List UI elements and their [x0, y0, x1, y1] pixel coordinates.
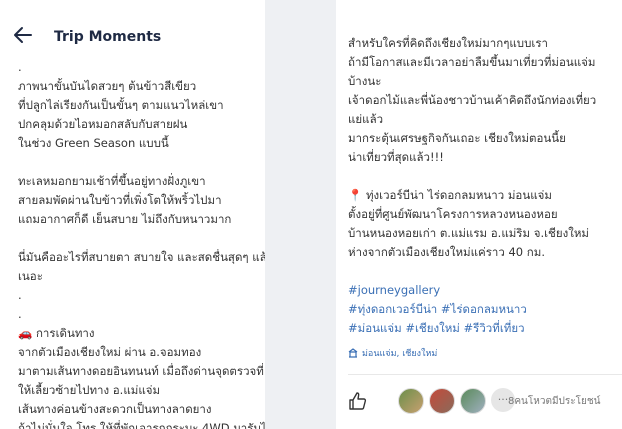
- text-line: เจ้าดอกไม้และพี่น้องชาวบ้านเค้าคิดถึงนัก…: [348, 93, 597, 107]
- text-line: [348, 167, 618, 186]
- avatar[interactable]: [460, 388, 486, 414]
- text-line: เส้นทางค่อนข้างสะดวกเป็นทางลาดยาง: [18, 402, 212, 416]
- text-line: ตั้งอยู่ที่ศูนย์พัฒนาโครงการหลวงหนองหอย: [348, 207, 558, 221]
- text-line: [18, 153, 265, 172]
- post-panel-right: สำหรับใครที่คิดถึงเชียงใหม่มากๆแบบเรา ถ้…: [336, 0, 622, 429]
- location-tag[interactable]: ม่อนแจ่ม, เชียงใหม่: [348, 346, 437, 360]
- text-line: ทะเลหมอกยามเช้าที่ขึ้นอยู่ทางฝั่งภูเขา: [18, 174, 206, 188]
- text-line: ให้เลี้ยวซ้ายไปทาง อ.แม่แจ่ม: [18, 383, 161, 397]
- text-line: ห่างจากตัวเมืองเชียงใหม่แค่ราว 40 กม.: [348, 245, 545, 259]
- thumbs-up-icon[interactable]: [348, 391, 368, 411]
- text-line: .: [18, 288, 22, 302]
- text-line: [348, 262, 618, 281]
- divider: [348, 374, 622, 375]
- text-line: ปกคลุมด้วยไอหมอกสลับกับสายฝน: [18, 117, 188, 131]
- text-line: ภาพนาขั้นบันไดสวยๆ ต้นข้าวสีเขียว: [18, 79, 197, 93]
- text-line: 📍 ทุ่งเวอร์บีน่า ไร่ดอกลมหนาว ม่อนแจ่ม: [348, 188, 552, 202]
- avatar[interactable]: [398, 388, 424, 414]
- text-line: นี่มันคืออะไรที่สบายตา สบายใจ และสดชื่นส…: [18, 250, 265, 264]
- text-line: 🚗 การเดินทาง: [18, 326, 95, 340]
- text-line: สายลมพัดผ่านใบข้าวที่เพิ่งโตให้พริ้วไปมา: [18, 193, 222, 207]
- text-line: แถมอากาศก็ดี เย็นสบาย ไม่ถึงกับหนาวมาก: [18, 212, 232, 226]
- post-body-left: . ภาพนาขั้นบันไดสวยๆ ต้นข้าวสีเขียว ที่ป…: [18, 58, 265, 429]
- text-line: ที่ปลูกไล่เรียงกันเป็นขั้นๆ ตามแนวไหล่เข…: [18, 98, 224, 112]
- post-body-right: สำหรับใครที่คิดถึงเชียงใหม่มากๆแบบเรา ถ้…: [348, 34, 618, 338]
- text-line: ในช่วง Green Season แบบนี้: [18, 136, 169, 150]
- helpful-votes-count: 8คนโหวตมีประโยชน์: [508, 396, 601, 407]
- text-line: มาตามเส้นทางดอยอินทนนท์ เมื่อถึงด่านจุดต…: [18, 364, 265, 378]
- page-title: Trip Moments: [54, 29, 162, 45]
- post-panel-left: Trip Moments . ภาพนาขั้นบันไดสวยๆ ต้นข้า…: [0, 0, 265, 429]
- avatar[interactable]: [429, 388, 455, 414]
- text-line: มากระตุ้นเศรษฐกิจกันเถอะ เชียงใหม่ตอนนี้…: [348, 131, 566, 145]
- reaction-bar: ··· 8คนโหวตมีประโยชน์: [348, 385, 618, 417]
- text-line: ถ้ามีโอกาสและมีเวลาอย่าลืมขึ้นมาเที่ยวที…: [348, 55, 596, 69]
- hashtag-line[interactable]: #ทุ่งดอกเวอร์บีน่า #ไร่ดอกลมหนาว: [348, 300, 618, 319]
- text-line: บ้างนะ: [348, 74, 382, 88]
- text-line: น่าเที่ยวที่สุดแล้ว!!!: [348, 150, 444, 164]
- hashtag-line[interactable]: #ม่อนแจ่ม #เชียงใหม่ #รีวิวที่เที่ยว: [348, 319, 618, 338]
- text-line: เนอะ: [18, 269, 43, 283]
- text-line: สำหรับใครที่คิดถึงเชียงใหม่มากๆแบบเรา: [348, 36, 548, 50]
- hashtag-line[interactable]: #journeygallery: [348, 281, 618, 300]
- text-line: บ้านหนองหอยเก่า ต.แม่แรม อ.แม่ริม จ.เชีย…: [348, 226, 589, 240]
- text-line: .: [18, 307, 22, 321]
- back-arrow-icon[interactable]: [12, 24, 34, 46]
- top-bar: Trip Moments: [0, 0, 265, 62]
- building-icon: [348, 348, 358, 358]
- text-line: [18, 229, 265, 248]
- text-line: ถ้าไม่มั่นใจ โทร.ให้ที่พักเอารถกระบะ 4WD…: [18, 421, 265, 429]
- text-line: จากตัวเมืองเชียงใหม่ ผ่าน อ.จอมทอง: [18, 345, 202, 359]
- location-label: ม่อนแจ่ม, เชียงใหม่: [362, 349, 438, 359]
- text-line: .: [18, 60, 22, 74]
- voter-avatars: ···: [398, 388, 515, 414]
- text-line: แย่แล้ว: [348, 112, 384, 126]
